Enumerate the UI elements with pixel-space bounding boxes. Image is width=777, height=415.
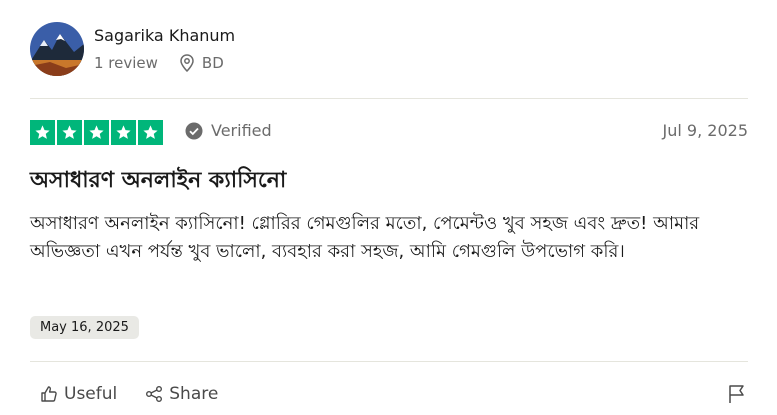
reviewer-meta: 1 review BD: [94, 54, 224, 72]
verified-label: Verified: [211, 121, 272, 140]
flag-icon: [729, 385, 744, 403]
star-rating: [30, 120, 163, 145]
thumbs-up-icon: [41, 386, 57, 402]
review-card: Sagarika Khanum 1 review BD Verified Jul…: [30, 0, 748, 415]
reviewer-location: BD: [180, 54, 224, 72]
star-icon: [30, 120, 55, 145]
share-icon: [146, 386, 163, 402]
share-label: Share: [169, 384, 219, 404]
divider: [30, 98, 748, 99]
review-count: 1 review: [94, 54, 158, 72]
verified-check-icon: [185, 122, 203, 139]
country-code: BD: [201, 54, 224, 72]
experience-date: May 16, 2025: [30, 316, 139, 339]
share-button[interactable]: Share: [145, 384, 218, 404]
location-pin-icon: [180, 54, 194, 72]
avatar[interactable]: [30, 22, 84, 76]
star-icon: [111, 120, 136, 145]
verified-badge[interactable]: Verified: [185, 121, 272, 140]
review-date: Jul 9, 2025: [662, 121, 748, 140]
review-body: অসাধারণ অনলাইন ক্যাসিনো! গ্লোরির গেমগুলি…: [30, 213, 700, 262]
review-title[interactable]: অসাধারণ অনলাইন ক্যাসিনো: [30, 163, 286, 200]
star-icon: [138, 120, 163, 145]
report-flag-button[interactable]: [728, 384, 746, 408]
star-icon: [57, 120, 82, 145]
star-icon: [84, 120, 109, 145]
reviewer-name[interactable]: Sagarika Khanum: [94, 26, 235, 45]
review-actions: Useful Share: [40, 384, 218, 404]
useful-button[interactable]: Useful: [40, 384, 117, 404]
divider: [30, 361, 748, 362]
useful-label: Useful: [64, 384, 118, 404]
